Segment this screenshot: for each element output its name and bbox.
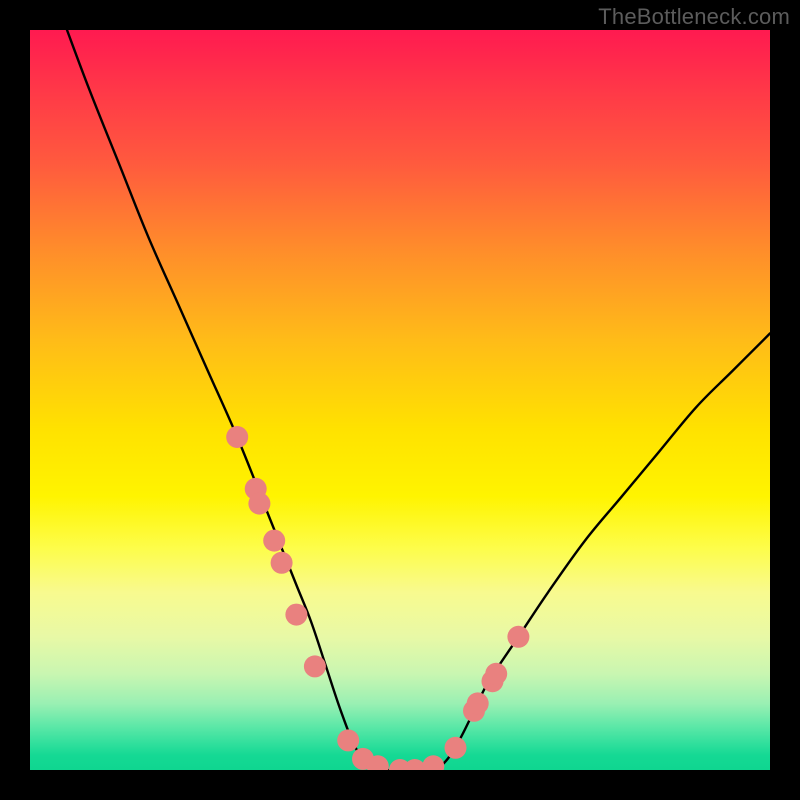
data-dot — [337, 729, 359, 751]
data-dot — [507, 626, 529, 648]
data-dot — [467, 692, 489, 714]
chart-frame: TheBottleneck.com — [0, 0, 800, 800]
data-dot — [285, 604, 307, 626]
data-dot — [304, 655, 326, 677]
bottleneck-curve — [67, 30, 770, 770]
data-dot — [445, 737, 467, 759]
data-dot — [248, 493, 270, 515]
plot-area — [30, 30, 770, 770]
data-dot — [263, 530, 285, 552]
chart-svg — [30, 30, 770, 770]
data-dot — [422, 755, 444, 770]
data-dot — [485, 663, 507, 685]
data-dot — [226, 426, 248, 448]
data-dot — [271, 552, 293, 574]
watermark-text: TheBottleneck.com — [598, 4, 790, 30]
data-dots-group — [226, 426, 529, 770]
